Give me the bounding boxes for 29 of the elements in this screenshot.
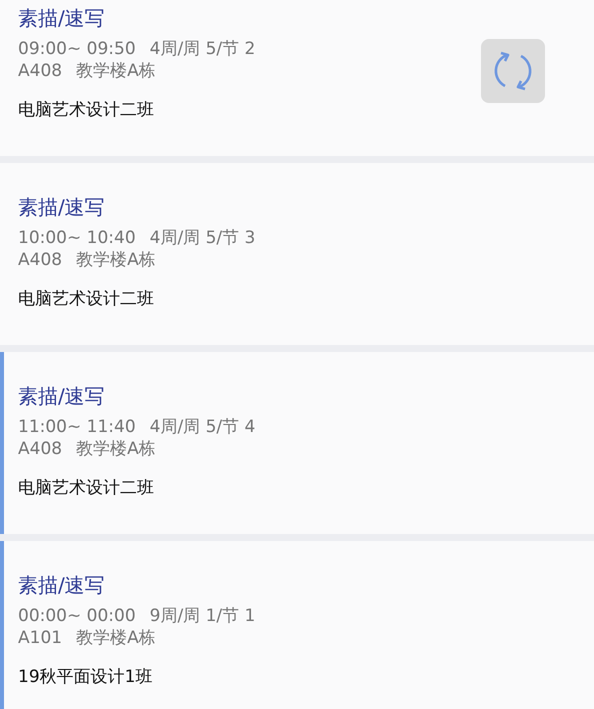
class-name: 电脑艺术设计二班 (18, 99, 155, 121)
room-number: A408 (18, 249, 62, 271)
course-card[interactable]: 素描/速写 09:00~ 09:50 4周/周 5/节 2 A408 教学楼A栋 电脑艺术设计二班 (0, 0, 594, 156)
class-time: 10:00~ 10:40 (18, 227, 136, 249)
class-time: 11:00~ 11:40 (18, 416, 136, 438)
class-time: 00:00~ 00:00 (18, 605, 136, 627)
building-name: 教学楼A栋 (76, 438, 156, 460)
class-name: 19秋平面设计1班 (18, 666, 154, 688)
room-number: A408 (18, 60, 62, 82)
class-time: 09:00~ 09:50 (18, 38, 136, 60)
course-card[interactable]: 素描/速写 00:00~ 00:00 9周/周 1/节 1 A101 教学楼A栋 19秋平面设计1班 (0, 541, 594, 709)
refresh-button[interactable] (481, 39, 545, 103)
room-number: A408 (18, 438, 62, 460)
week-period: 4周/周 5/节 4 (150, 416, 256, 438)
course-card[interactable]: 素描/速写 11:00~ 11:40 4周/周 5/节 4 A408 教学楼A栋 电脑艺术设计二班 (0, 352, 594, 534)
course-title: 素描/速写 (18, 383, 106, 410)
course-title: 素描/速写 (18, 5, 106, 32)
class-name: 电脑艺术设计二班 (18, 477, 155, 499)
building-name: 教学楼A栋 (76, 60, 156, 82)
week-period: 9周/周 1/节 1 (150, 605, 256, 627)
room-number: A101 (18, 627, 62, 649)
week-period: 4周/周 5/节 2 (150, 38, 256, 60)
course-title: 素描/速写 (18, 572, 106, 599)
week-period: 4周/周 5/节 3 (150, 227, 256, 249)
building-name: 教学楼A栋 (76, 249, 156, 271)
class-name: 电脑艺术设计二班 (18, 288, 155, 310)
course-card[interactable]: 素描/速写 10:00~ 10:40 4周/周 5/节 3 A408 教学楼A栋 电脑艺术设计二班 (0, 163, 594, 345)
course-title: 素描/速写 (18, 194, 106, 221)
building-name: 教学楼A栋 (76, 627, 156, 649)
